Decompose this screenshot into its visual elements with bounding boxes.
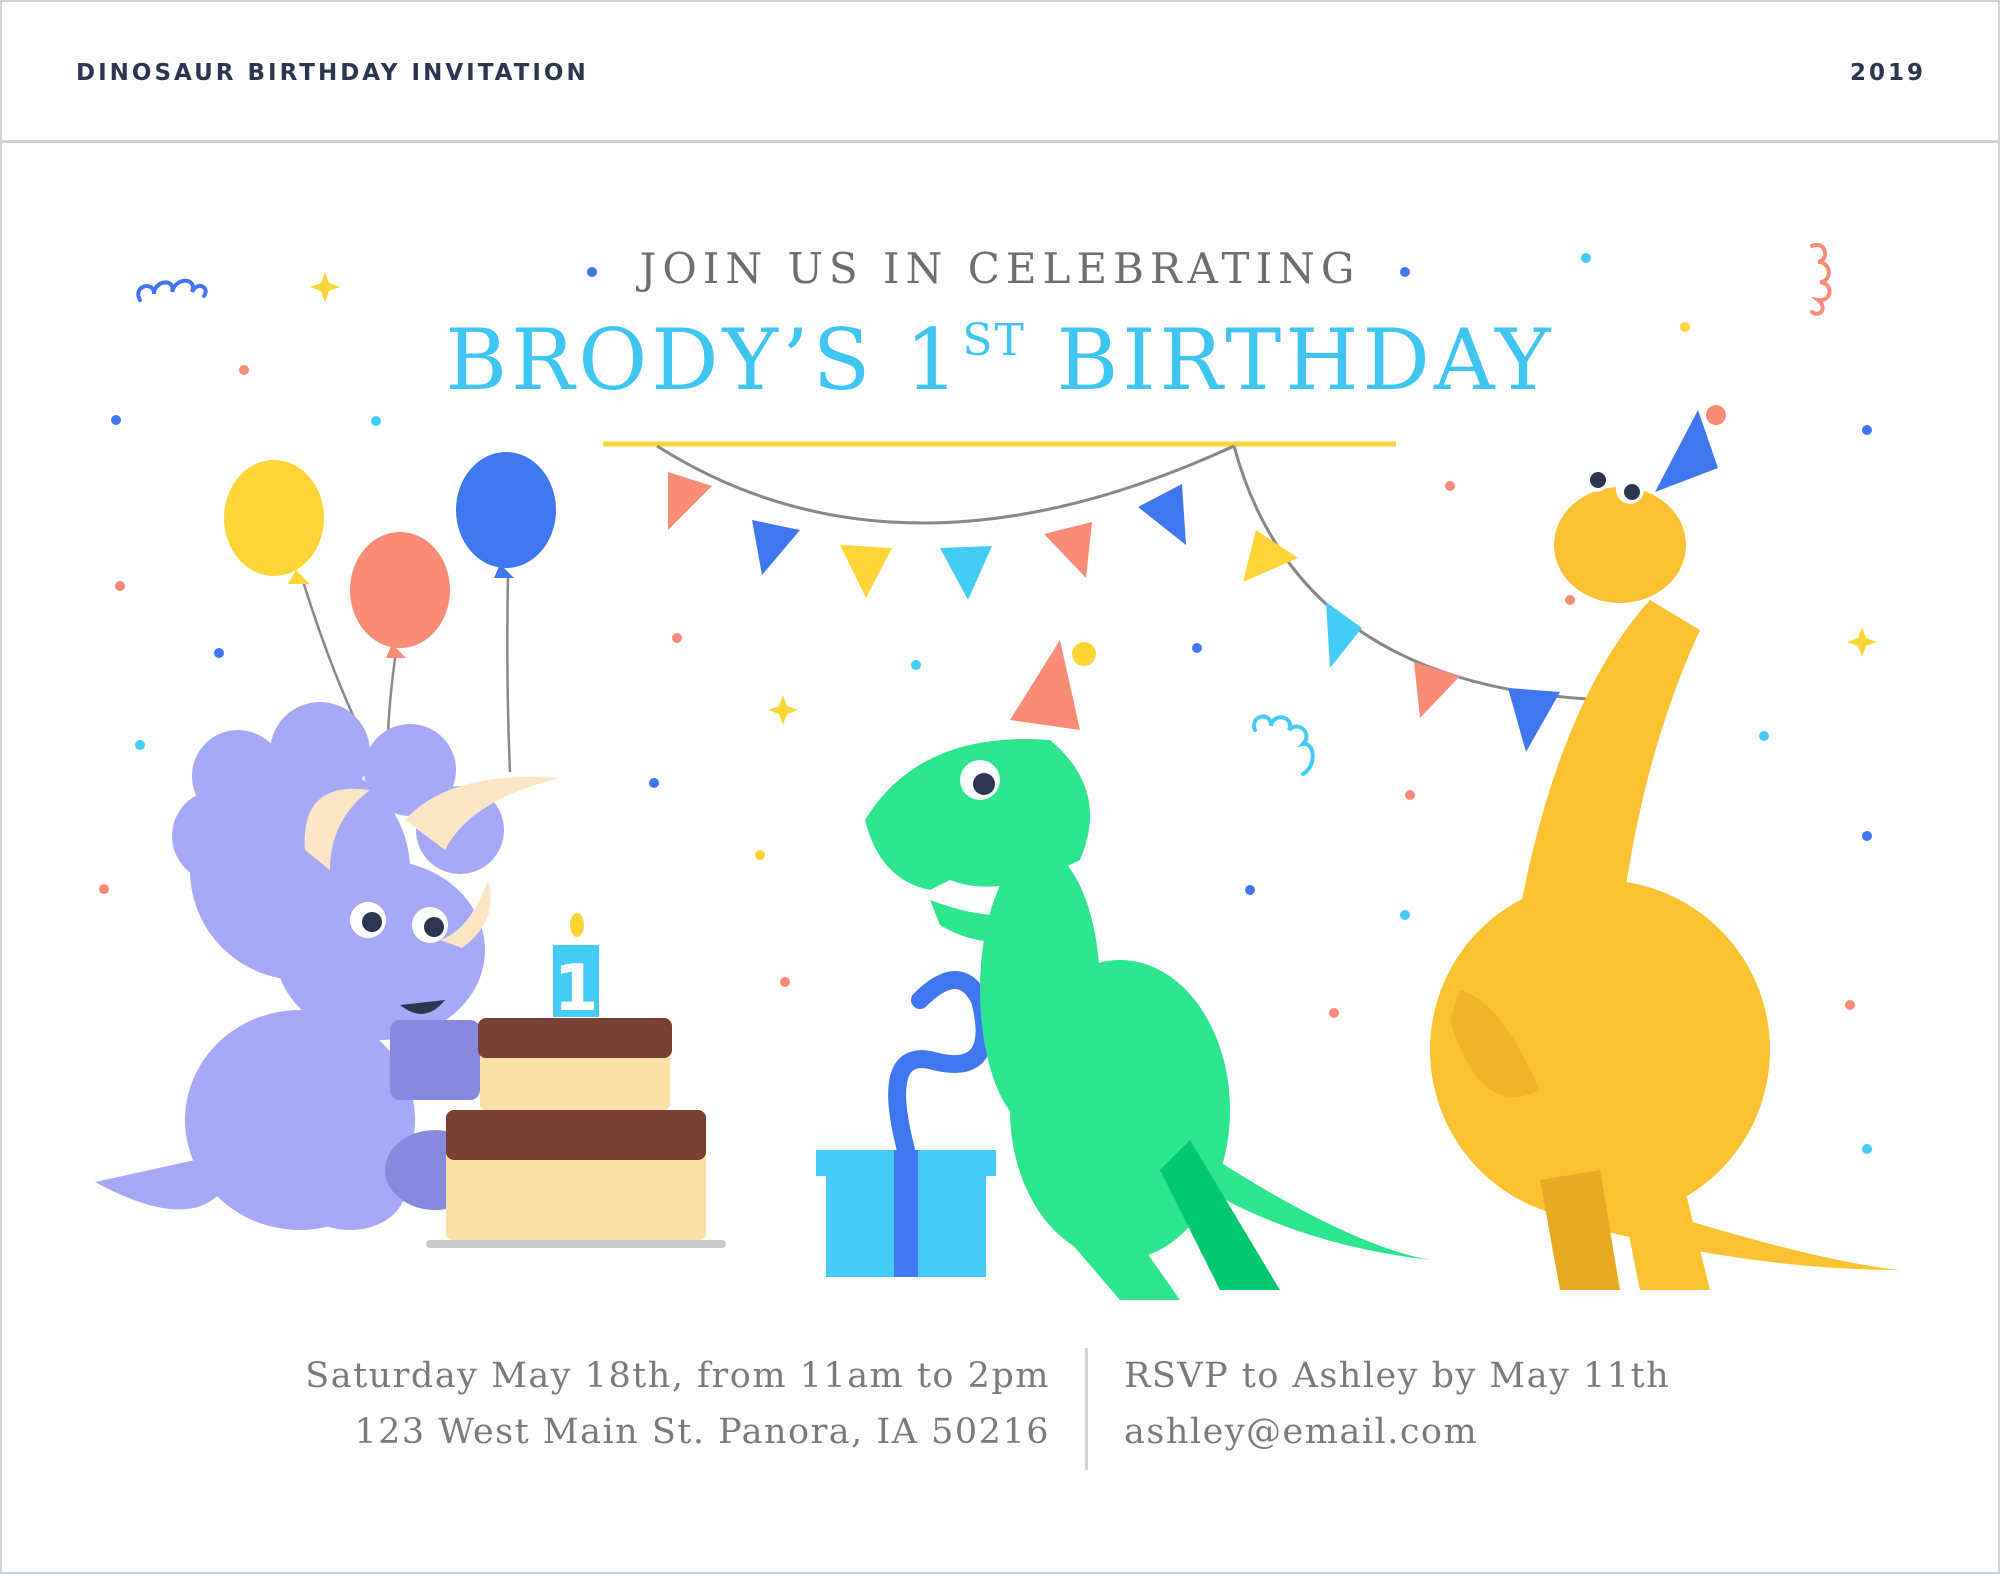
rsvp-line: RSVP to Ashley by May 11th [1124, 1356, 1671, 1396]
header-year: 2019 [1849, 60, 1926, 86]
header-title: DINOSAUR BIRTHDAY INVITATION [76, 60, 589, 86]
balloon-icon [224, 452, 556, 773]
bunting-icon [656, 444, 1611, 752]
gift-box-icon [816, 971, 996, 1277]
details-divider [1085, 1348, 1088, 1470]
rsvp-email: ashley@email.com [1124, 1412, 1479, 1452]
candle-number: 1 [554, 952, 599, 1026]
brontosaurus-icon [1430, 405, 1900, 1290]
event-date-time: Saturday May 18th, from 11am to 2pm [305, 1356, 1050, 1396]
event-address: 123 West Main St. Panora, IA 50216 [354, 1412, 1050, 1452]
party-illustration: 1 [95, 242, 1900, 1300]
header-bar: DINOSAUR BIRTHDAY INVITATION 2019 [2, 2, 1998, 143]
